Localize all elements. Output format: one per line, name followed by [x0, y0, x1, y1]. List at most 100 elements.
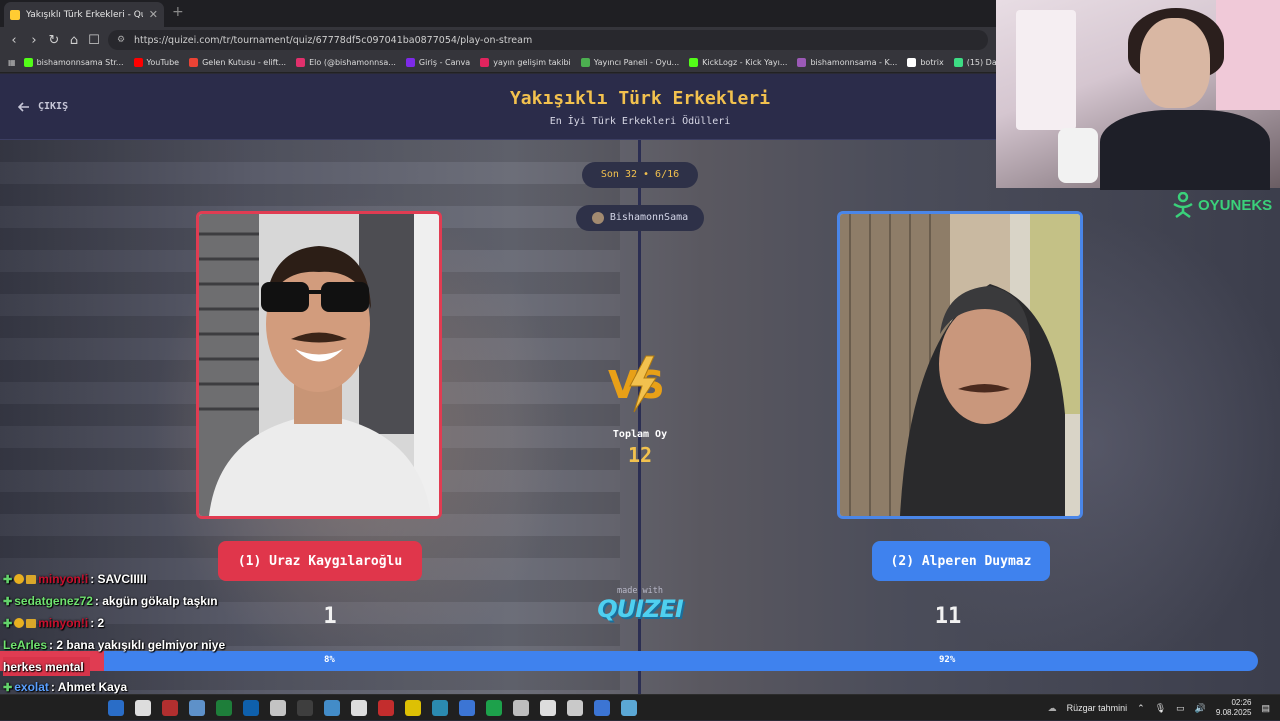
taskbar-app-icon[interactable]	[405, 699, 421, 716]
quizei-logo[interactable]: QUIZEI	[590, 595, 690, 623]
vote-button-right[interactable]: (2) Alperen Duymaz	[872, 541, 1050, 581]
taskbar-app-icon[interactable]	[270, 699, 286, 716]
taskbar-app-icon[interactable]	[513, 699, 529, 716]
windows-taskbar: ☁ Rüzgar tahmini ⌃ 🎙 ▭ 🔊 02:26 9.08.2025…	[0, 694, 1280, 720]
bookmark-favicon-icon	[23, 58, 33, 67]
chevron-up-icon[interactable]: ⌃	[1137, 703, 1145, 714]
oyuneks-text: OYUNEKS	[1198, 196, 1273, 214]
bookmark-item[interactable]: Yayıncı Paneli - Oyu...	[580, 58, 679, 67]
bookmark-favicon-icon	[689, 58, 699, 67]
chat-badge-icon: ✚	[3, 681, 13, 694]
forward-icon[interactable]: ›	[24, 33, 44, 48]
clock-date: 9.08.2025	[1215, 708, 1252, 717]
contestant-photo-left	[199, 214, 439, 516]
taskbar-app-icon[interactable]	[297, 699, 313, 716]
close-tab-icon[interactable]: ✕	[149, 8, 158, 21]
bookmark-icon[interactable]: ☐	[84, 33, 104, 48]
taskbar-app-icon[interactable]	[108, 699, 124, 716]
chat-username[interactable]: sedatgenez72	[14, 594, 93, 608]
browser-tab[interactable]: Yakışıklı Türk Erkekleri - Quizei ✕	[4, 2, 164, 27]
taskbar-app-icon[interactable]	[621, 699, 637, 716]
total-votes-value: 12	[627, 443, 653, 467]
exit-button[interactable]: ÇIKIŞ	[18, 101, 68, 112]
bookmark-item[interactable]: YouTube	[133, 58, 179, 67]
vote-button-left[interactable]: (1) Uraz Kaygılaroğlu	[218, 541, 422, 581]
bookmark-label: botrix	[920, 58, 944, 67]
chat-message: herkes mental	[3, 657, 90, 676]
bookmark-label: KickLogz - Kick Yayı...	[702, 58, 788, 67]
webcam-shelf	[1016, 10, 1076, 130]
home-icon[interactable]: ⌂	[64, 33, 84, 48]
bookmark-item[interactable]: bishamonnsama - K...	[797, 58, 897, 67]
webcam-person-body	[1100, 110, 1270, 190]
webcam-plush	[1216, 0, 1280, 110]
taskbar-app-icon[interactable]	[567, 699, 583, 716]
taskbar-app-icon[interactable]	[459, 699, 475, 716]
taskbar-app-icon[interactable]	[378, 699, 394, 716]
chat-message: ✚ exolat: Ahmet Kaya	[3, 680, 127, 694]
bookmark-item[interactable]: botrix	[907, 58, 944, 67]
bookmark-label: yayın gelişim takibi	[493, 58, 571, 67]
clock[interactable]: 02:26 9.08.2025	[1216, 698, 1252, 718]
webcam-person-face	[1140, 18, 1210, 108]
taskbar-app-icon[interactable]	[162, 699, 178, 716]
bookmark-item[interactable]: KickLogz - Kick Yayı...	[689, 58, 787, 67]
weather-icon[interactable]: ☁	[1048, 703, 1057, 714]
volume-icon[interactable]: 🔊	[1195, 703, 1206, 714]
notification-icon[interactable]: ▤	[1261, 703, 1270, 714]
weather-text[interactable]: Rüzgar tahmini	[1067, 703, 1128, 713]
taskbar-app-icon[interactable]	[324, 699, 340, 716]
vote-share-bar: 8% 92%	[0, 651, 1258, 671]
chat-text: : Ahmet Kaya	[50, 680, 128, 694]
bookmark-item[interactable]: Giriş - Canva	[405, 58, 471, 67]
oyuneks-logo: OYUNEKS	[1172, 192, 1272, 218]
new-tab-button[interactable]: +	[172, 4, 184, 20]
system-tray: ☁ Rüzgar tahmini ⌃ 🎙 ▭ 🔊 02:26 9.08.2025…	[1048, 695, 1280, 721]
bookmark-favicon-icon	[296, 58, 306, 67]
site-info-icon[interactable]: ⚙	[117, 35, 125, 45]
sub-badge-icon	[14, 618, 25, 628]
mic-icon[interactable]: 🎙	[1155, 703, 1166, 714]
bookmark-item[interactable]: bishamonnsama Str...	[23, 58, 124, 67]
bookmark-favicon-icon	[405, 58, 415, 67]
votes-left: 1	[323, 604, 337, 629]
taskbar-app-icon[interactable]	[486, 699, 502, 716]
bookmark-favicon-icon	[797, 58, 807, 67]
reload-icon[interactable]: ↻	[44, 33, 64, 48]
vote-percent-right: 92%	[939, 655, 956, 665]
bookmark-favicon-icon	[133, 58, 143, 67]
chat-text: : SAVCIIIII	[90, 572, 147, 586]
host-avatar	[591, 212, 604, 224]
back-icon[interactable]: ‹	[4, 33, 24, 48]
bookmark-label: Giriş - Canva	[418, 58, 471, 67]
bookmark-item[interactable]: yayın gelişim takibi	[480, 58, 571, 67]
network-icon[interactable]: ▭	[1176, 703, 1185, 714]
chat-username[interactable]: minyon!i	[38, 616, 88, 630]
taskbar-app-icon[interactable]	[135, 699, 151, 716]
contestant-card-right[interactable]	[837, 211, 1083, 519]
url-text: https://quizei.com/tr/tournament/quiz/67…	[134, 34, 533, 46]
vs-lightning-icon: VS	[604, 354, 676, 414]
chat-username[interactable]: minyon!i	[38, 572, 88, 586]
bookmark-item[interactable]: Gelen Kutusu - elift...	[189, 58, 286, 67]
taskbar-app-icon[interactable]	[432, 699, 448, 716]
bookmark-item[interactable]: Elo (@bishamonnsa...	[296, 58, 396, 67]
chat-badge-icon: ✚	[3, 595, 13, 608]
taskbar-app-icon[interactable]	[594, 699, 610, 716]
chat-username[interactable]: LeArles	[3, 638, 47, 652]
address-bar[interactable]: ⚙ https://quizei.com/tr/tournament/quiz/…	[108, 30, 988, 50]
taskbar-app-icon[interactable]	[243, 699, 259, 716]
contestant-card-left[interactable]	[196, 211, 442, 519]
taskbar-app-icon[interactable]	[189, 699, 205, 716]
tab-title: Yakışıklı Türk Erkekleri - Quizei	[26, 9, 143, 20]
taskbar-app-icon[interactable]	[540, 699, 556, 716]
chat-badge-icon: ✚	[3, 573, 13, 586]
bookmark-favicon-icon	[580, 58, 590, 67]
sub-badge-icon	[14, 574, 25, 584]
taskbar-app-icon[interactable]	[351, 699, 367, 716]
bookmark-favicon-icon	[480, 58, 490, 67]
chat-username[interactable]: exolat	[14, 680, 49, 694]
apps-grid-icon[interactable]: ▦	[8, 58, 16, 67]
taskbar-app-icon[interactable]	[216, 699, 232, 716]
bookmark-favicon-icon	[189, 58, 199, 67]
